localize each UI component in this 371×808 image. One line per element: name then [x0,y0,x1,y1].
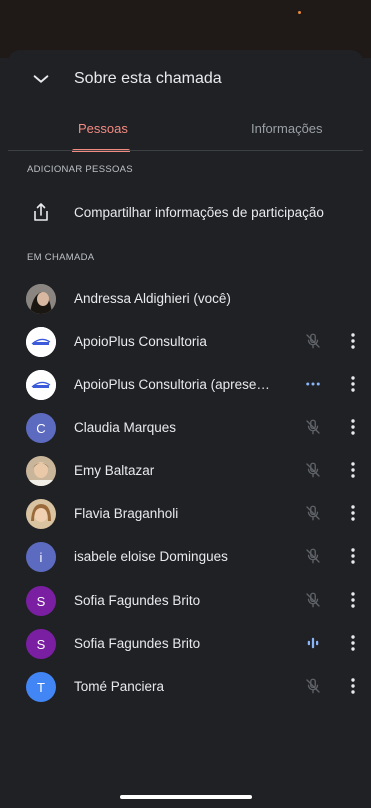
share-joining-info-button[interactable]: Compartilhar informações de participação [8,196,363,230]
participant-name: ApoioPlus Consultoria (aprese… [74,377,270,392]
participant-name: Tomé Panciera [74,679,165,694]
more-vert-icon[interactable] [350,634,356,652]
more-vert-icon[interactable] [350,375,356,393]
avatar [26,499,56,529]
tab-bar: Pessoas Informações [8,112,363,152]
tab-pessoas[interactable]: Pessoas [78,121,128,136]
share-icon [34,203,48,221]
more-vert-icon[interactable] [350,547,356,565]
avatar: C [26,413,56,443]
avatar [26,370,56,400]
avatar: S [26,586,56,616]
participant-row[interactable]: ApoioPlus Consultoria [8,321,363,361]
avatar: i [26,542,56,572]
participant-name: Flavia Braganholi [74,506,179,521]
avatar [26,456,56,486]
more-vert-icon[interactable] [350,461,356,479]
more-vert-icon[interactable] [350,332,356,350]
participant-name: isabele eloise Domingues [74,549,228,564]
participant-row[interactable]: ApoioPlus Consultoria (aprese… [8,364,363,404]
avatar [26,327,56,357]
participant-name: Andressa Aldighieri (você) [74,291,231,306]
muted-mic-icon [306,333,320,349]
participant-name: Claudia Marques [74,420,177,435]
share-label: Compartilhar informações de participação [74,205,324,220]
participant-name: Sofia Fagundes Brito [74,593,201,608]
more-vert-icon[interactable] [350,677,356,695]
home-indicator[interactable] [120,795,252,799]
camera-indicator-dot [298,11,301,14]
more-dots-icon [306,382,320,386]
tab-divider [8,150,363,151]
sheet-title: Sobre esta chamada [74,70,222,87]
call-details-sheet: Sobre esta chamada Pessoas Informações A… [8,50,363,808]
participant-name: Emy Baltazar [74,463,155,478]
participant-row[interactable]: S Sofia Fagundes Brito [8,623,363,663]
participant-row[interactable]: i isabele eloise Domingues [8,536,363,576]
speaking-icon [307,637,319,649]
participant-row[interactable]: Flavia Braganholi [8,493,363,533]
participant-row[interactable]: S Sofia Fagundes Brito [8,580,363,620]
more-vert-icon[interactable] [350,591,356,609]
section-label-in-call: EM CHAMADA [27,252,95,263]
participant-row[interactable]: C Claudia Marques [8,407,363,447]
participant-row[interactable]: Emy Baltazar [8,450,363,490]
chevron-down-icon[interactable] [30,68,52,90]
section-label-add-people: ADICIONAR PESSOAS [27,164,133,175]
muted-mic-icon [306,419,320,435]
muted-mic-icon [306,678,320,694]
more-vert-icon[interactable] [350,504,356,522]
more-vert-icon[interactable] [350,418,356,436]
avatar: T [26,672,56,702]
participant-name: ApoioPlus Consultoria [74,334,207,349]
muted-mic-icon [306,505,320,521]
muted-mic-icon [306,462,320,478]
participant-row[interactable]: T Tomé Panciera [8,666,363,706]
muted-mic-icon [306,592,320,608]
tab-informacoes[interactable]: Informações [251,121,323,136]
participant-row[interactable]: Andressa Aldighieri (você) [8,278,363,318]
muted-mic-icon [306,548,320,564]
sheet-header: Sobre esta chamada [8,50,363,106]
avatar [26,284,56,314]
participant-name: Sofia Fagundes Brito [74,636,201,651]
avatar: S [26,629,56,659]
